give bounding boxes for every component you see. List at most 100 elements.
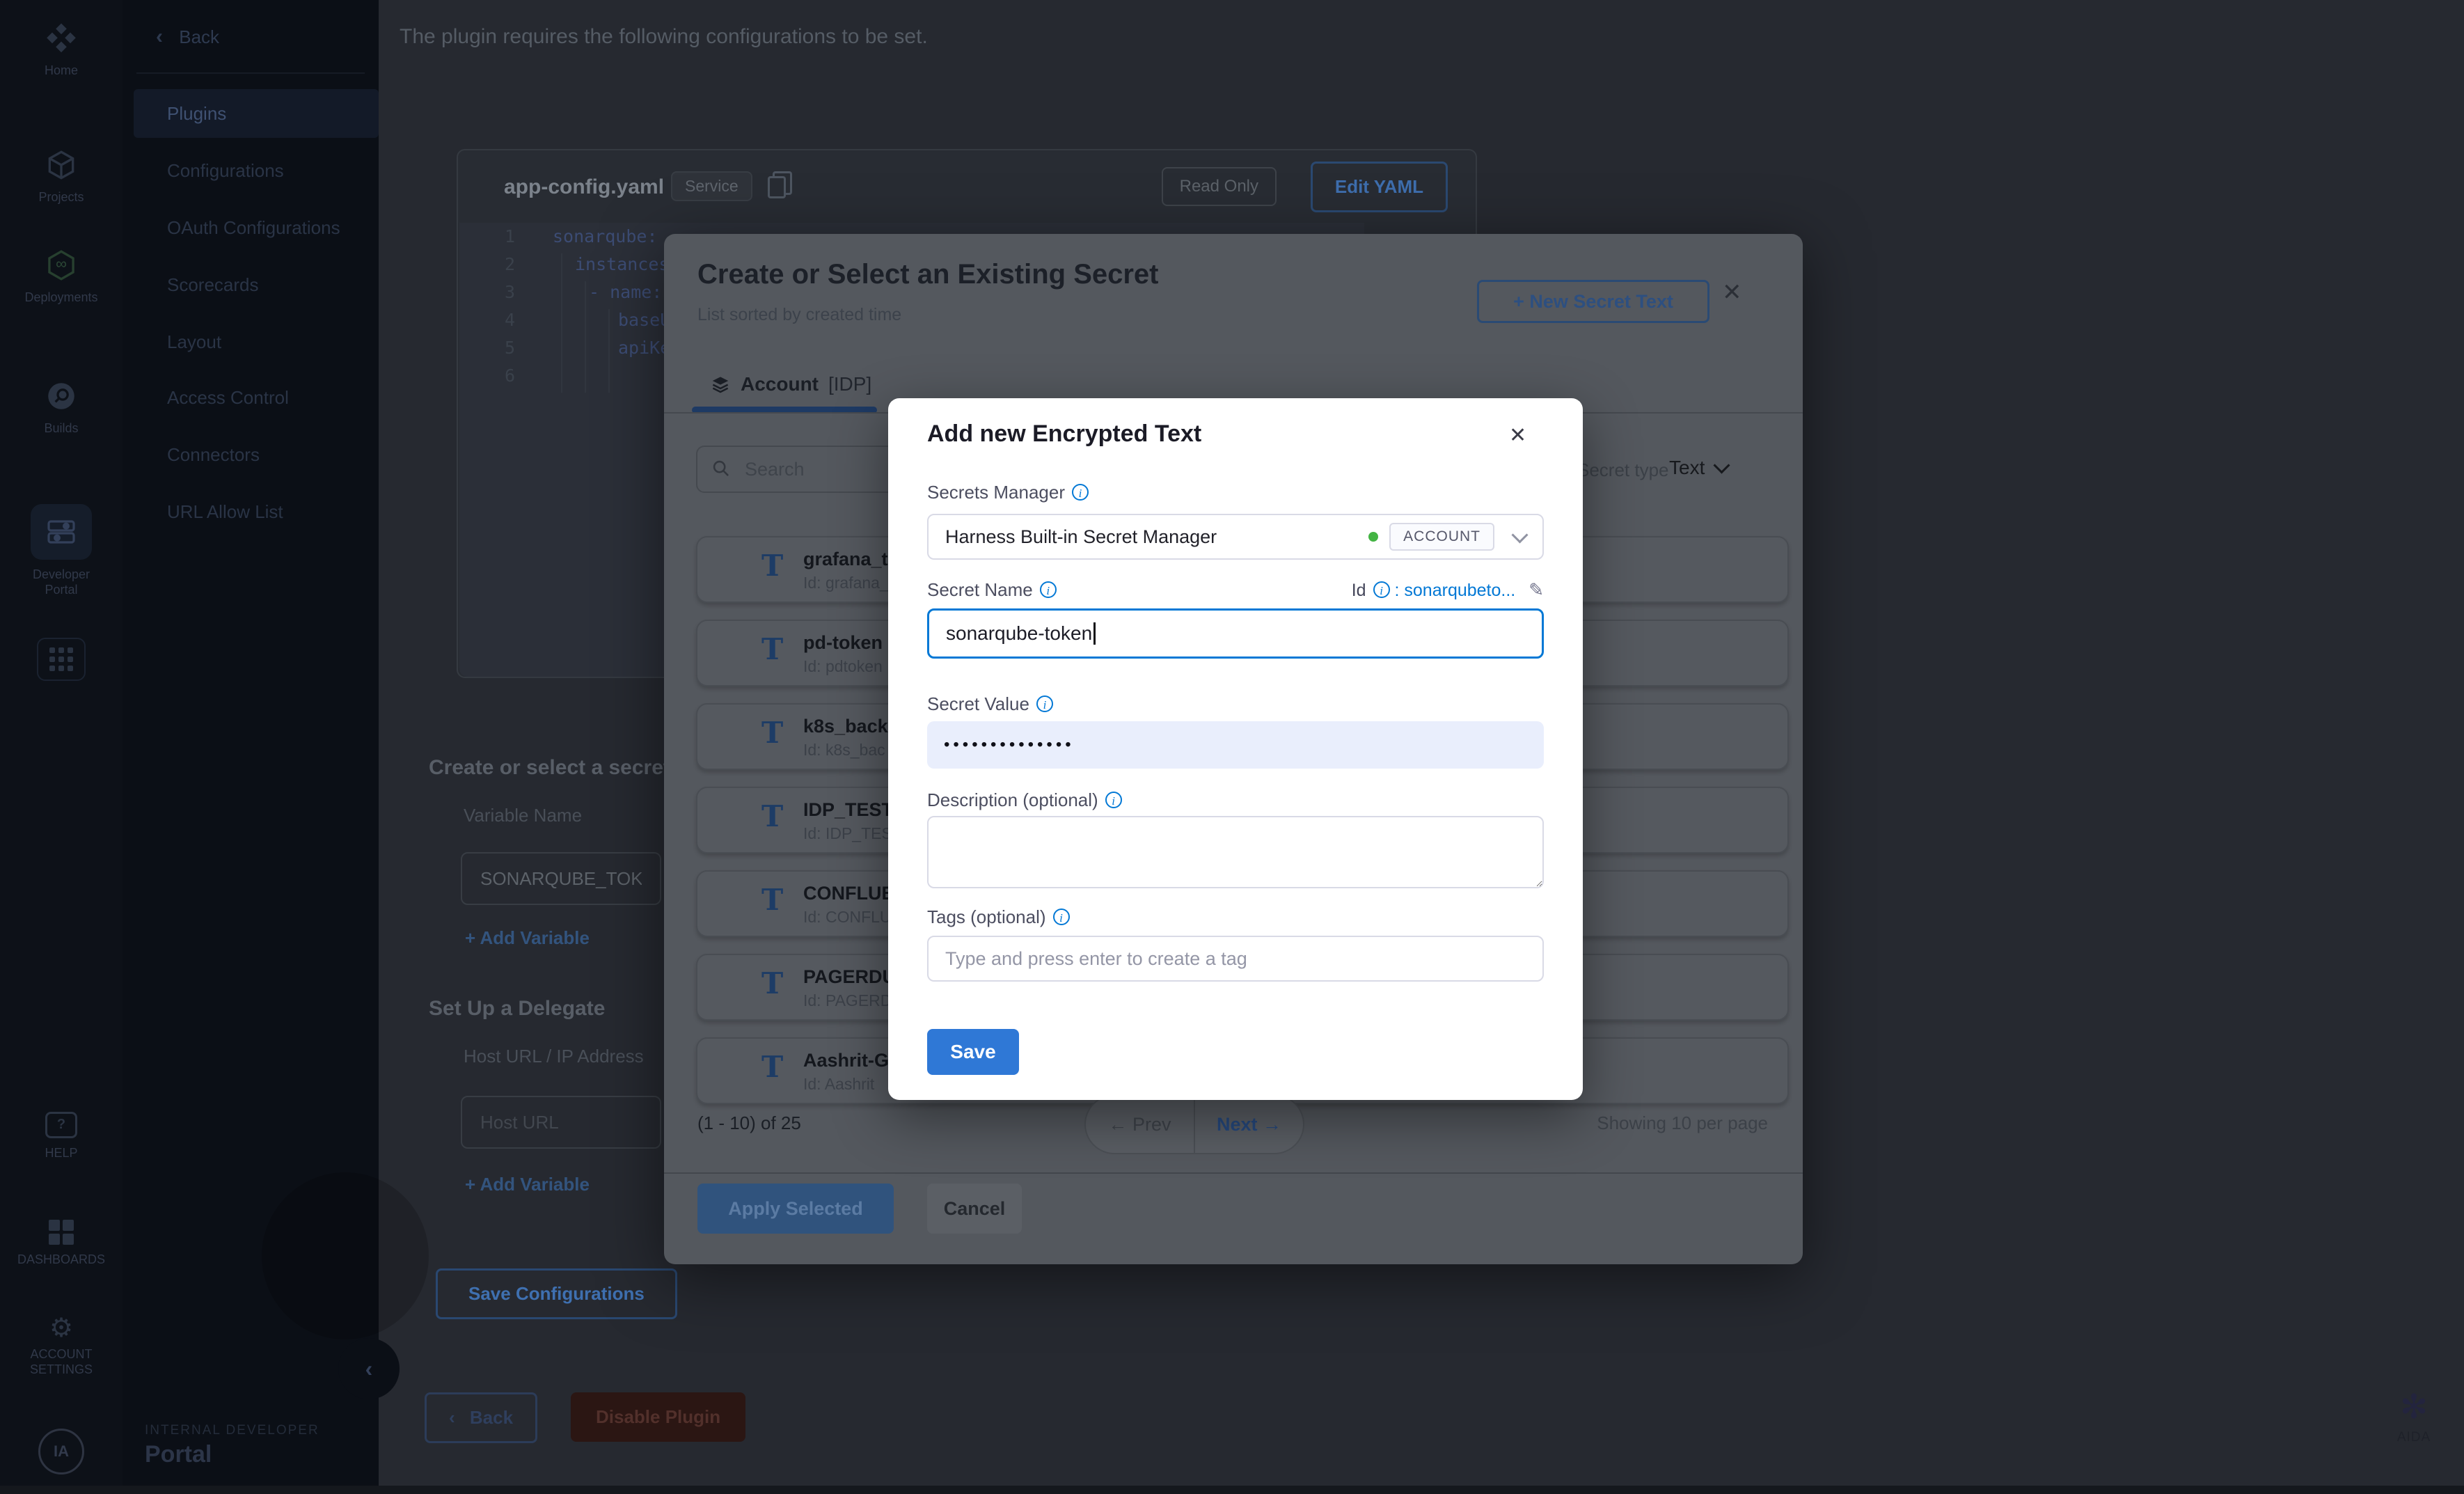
modal-footer-divider	[664, 1172, 1803, 1174]
sidebar-item-label: HELP	[0, 1145, 123, 1161]
secret-id-row: Idi : sonarqubeto... ✎	[1352, 579, 1544, 601]
nav-back-button[interactable]: ‹ Back	[156, 25, 219, 49]
line-number: 4	[476, 306, 515, 334]
edit-yaml-button[interactable]: Edit YAML	[1311, 162, 1448, 212]
add-variable-link[interactable]: + Add Variable	[465, 927, 590, 949]
chevron-left-icon: ‹	[365, 1356, 373, 1382]
info-icon[interactable]: i	[1373, 581, 1390, 598]
yaml-code-line: - name:	[589, 278, 662, 306]
copy-icon[interactable]	[773, 171, 792, 195]
aida-assistant-button[interactable]: ✻ AIDA	[2375, 1390, 2453, 1445]
nav-back-label: Back	[179, 26, 219, 47]
info-icon[interactable]: i	[1105, 792, 1122, 808]
avatar: IA	[38, 1429, 84, 1475]
user-avatar-button[interactable]: IA	[0, 1429, 123, 1475]
sidebar-item-connectors[interactable]: Connectors	[134, 430, 379, 479]
description-textarea[interactable]	[927, 816, 1544, 888]
add-variable-link[interactable]: + Add Variable	[465, 1174, 590, 1195]
developer-portal-sliders-icon	[45, 515, 78, 549]
sidebar-item-label: Developer Portal	[17, 567, 106, 597]
per-page-info: Showing 10 per page	[1597, 1112, 1768, 1134]
projects-cube-icon	[44, 148, 79, 182]
chevron-down-icon	[1511, 526, 1528, 543]
sidebar-item-help[interactable]: ? HELP	[0, 1108, 123, 1161]
module-grid-button[interactable]	[0, 638, 123, 681]
status-dot-green	[1368, 532, 1378, 542]
sidebar-item-deployments[interactable]: ∞ Deployments	[0, 248, 123, 305]
sidebar-collapse-button[interactable]: ‹	[338, 1338, 400, 1399]
secret-type-dropdown[interactable]: Text	[1669, 457, 1728, 479]
yaml-filename: app-config.yaml	[504, 175, 664, 199]
modal-title: Create or Select an Existing Secret	[697, 259, 1159, 290]
layers-icon	[710, 374, 731, 395]
service-badge: Service	[671, 171, 752, 201]
portal-footer-kicker: INTERNAL DEVELOPER	[145, 1423, 319, 1438]
apply-selected-button[interactable]: Apply Selected	[697, 1184, 894, 1234]
sidebar-item-scorecards[interactable]: Scorecards	[134, 260, 379, 309]
chevron-down-icon	[1714, 457, 1730, 473]
tab-account-idp[interactable]: Account [IDP]	[710, 373, 871, 395]
back-button[interactable]: ‹ Back	[425, 1392, 537, 1443]
sidebar-item-projects[interactable]: Projects	[0, 148, 123, 205]
arrow-right-icon: →	[1263, 1114, 1281, 1135]
secrets-manager-select[interactable]: Harness Built-in Secret Manager ACCOUNT	[927, 514, 1544, 560]
pagination-info: (1 - 10) of 25	[697, 1112, 801, 1134]
modal-title: Add new Encrypted Text	[927, 420, 1201, 448]
sidebar-item-label: Projects	[0, 189, 123, 205]
chevron-left-icon: ‹	[156, 25, 163, 48]
variable-name-input[interactable]	[461, 852, 661, 905]
new-secret-text-button[interactable]: + New Secret Text	[1477, 280, 1709, 323]
edit-pencil-icon[interactable]: ✎	[1529, 579, 1544, 600]
plugin-config-intro: The plugin requires the following config…	[400, 25, 928, 49]
primary-sidebar: Home Projects ∞ Deployments Builds Devel…	[0, 0, 123, 1494]
close-icon[interactable]: ✕	[1722, 278, 1742, 306]
save-configurations-button[interactable]: Save Configurations	[436, 1268, 677, 1319]
sidebar-item-oauth-configurations[interactable]: OAuth Configurations	[134, 203, 379, 252]
disable-plugin-button[interactable]: Disable Plugin	[571, 1392, 745, 1442]
info-icon[interactable]: i	[1040, 581, 1057, 598]
sidebar-item-dashboards[interactable]: DASHBOARDS	[0, 1220, 123, 1267]
sidebar-item-builds[interactable]: Builds	[0, 379, 123, 436]
secret-value-input[interactable]: ••••••••••••••	[927, 721, 1544, 769]
sidebar-item-label: ACCOUNT SETTINGS	[21, 1346, 102, 1377]
help-chat-icon: ?	[45, 1112, 77, 1138]
modal-subtitle: List sorted by created time	[697, 305, 901, 325]
sidebar-item-layout[interactable]: Layout	[134, 317, 379, 366]
tab-suffix: [IDP]	[828, 373, 871, 395]
save-button[interactable]: Save	[927, 1029, 1019, 1075]
infinity-glyph: ∞	[0, 255, 123, 273]
text-secret-icon: T	[761, 883, 783, 917]
line-number: 1	[476, 223, 515, 251]
arrow-left-icon: ←	[1108, 1114, 1127, 1135]
secondary-sidebar: ‹ Back Plugins Configurations OAuth Conf…	[123, 0, 379, 1494]
scope-badge: ACCOUNT	[1389, 523, 1494, 551]
sidebar-item-access-control[interactable]: Access Control	[134, 373, 379, 422]
sidebar-item-account-settings[interactable]: ⚙ ACCOUNT SETTINGS	[0, 1314, 123, 1377]
sidebar-item-configurations[interactable]: Configurations	[134, 146, 379, 195]
sidebar-item-url-allow-list[interactable]: URL Allow List	[134, 487, 379, 536]
info-icon[interactable]: i	[1072, 484, 1089, 501]
tags-input[interactable]	[927, 936, 1544, 982]
info-icon[interactable]: i	[1053, 909, 1070, 925]
tags-label: Tags (optional)i	[927, 906, 1070, 928]
variable-name-label: Variable Name	[464, 805, 582, 826]
text-secret-icon: T	[761, 632, 783, 666]
text-secret-icon: T	[761, 799, 783, 833]
host-url-input[interactable]	[461, 1096, 661, 1149]
secret-value-label: Secret Valuei	[927, 693, 1053, 715]
prev-page-button[interactable]: ← Prev	[1086, 1096, 1195, 1153]
info-icon[interactable]: i	[1036, 695, 1053, 712]
next-page-button[interactable]: Next →	[1195, 1096, 1303, 1153]
secret-name-input[interactable]: sonarqube-token	[927, 608, 1544, 659]
secret-id-link[interactable]: : sonarqubeto...	[1395, 581, 1516, 600]
pagination-controls: ← Prev Next →	[1084, 1094, 1304, 1154]
cancel-button[interactable]: Cancel	[927, 1184, 1022, 1234]
secret-name-label: Secret Namei	[927, 579, 1057, 601]
sidebar-item-home[interactable]: Home	[0, 19, 123, 78]
sidebar-item-developer-portal[interactable]: Developer Portal	[0, 504, 123, 597]
sidebar-item-plugins[interactable]: Plugins	[134, 89, 379, 138]
nav-divider	[136, 72, 365, 74]
text-secret-icon: T	[761, 716, 783, 750]
line-number: 3	[476, 278, 515, 306]
close-icon[interactable]: ✕	[1509, 423, 1526, 448]
